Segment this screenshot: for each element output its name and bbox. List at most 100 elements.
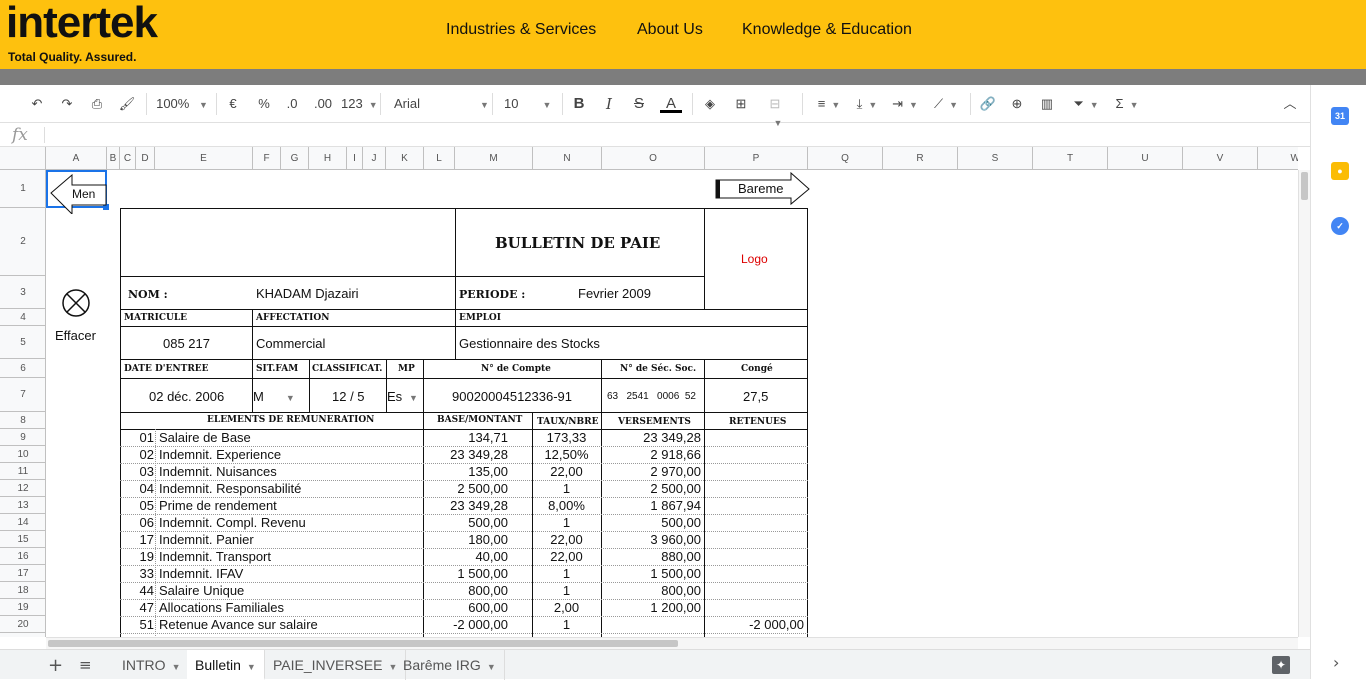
col-header[interactable]: K bbox=[386, 147, 424, 169]
paint-format-icon[interactable]: 🖌 bbox=[118, 95, 136, 113]
collapse-toolbar-icon[interactable]: ︿ bbox=[1282, 95, 1298, 113]
col-header[interactable]: W bbox=[1258, 147, 1298, 169]
merge-cells-icon[interactable]: ⊟ ▼ bbox=[762, 95, 788, 128]
col-header[interactable]: C bbox=[120, 147, 136, 169]
intertek-logo[interactable]: intertek bbox=[6, 0, 158, 48]
vscroll-thumb[interactable] bbox=[1301, 172, 1308, 200]
line-versement: 2 500,00 bbox=[650, 481, 701, 496]
font-select[interactable]: Arial bbox=[394, 95, 484, 113]
currency-button[interactable]: € bbox=[226, 95, 240, 113]
col-header[interactable]: E bbox=[155, 147, 253, 169]
horizontal-scrollbar[interactable] bbox=[46, 637, 1298, 649]
col-header[interactable]: H bbox=[309, 147, 347, 169]
col-header[interactable]: J bbox=[363, 147, 386, 169]
col-header[interactable]: O bbox=[602, 147, 705, 169]
row-header[interactable]: 16 bbox=[0, 548, 45, 565]
more-formats-button[interactable]: 123 ▼ bbox=[341, 95, 378, 113]
col-header[interactable]: L bbox=[424, 147, 455, 169]
borders-icon[interactable]: ⊞ bbox=[732, 95, 750, 113]
font-size-select[interactable]: 10 ▼ bbox=[504, 95, 554, 113]
formula-input[interactable] bbox=[52, 125, 1292, 145]
row-header[interactable]: 10 bbox=[0, 446, 45, 463]
add-sheet-icon[interactable]: + bbox=[48, 655, 63, 676]
percent-button[interactable]: % bbox=[256, 95, 272, 113]
col-header[interactable]: S bbox=[958, 147, 1033, 169]
col-header[interactable]: P bbox=[705, 147, 808, 169]
row-header[interactable]: 11 bbox=[0, 463, 45, 480]
comment-icon[interactable]: ⊕ bbox=[1008, 95, 1026, 113]
row-header[interactable]: 1 bbox=[0, 170, 45, 208]
col-header[interactable]: M bbox=[455, 147, 533, 169]
clear-icon[interactable] bbox=[61, 288, 91, 318]
align-icon[interactable]: ≡ ▼ bbox=[814, 95, 844, 113]
col-header[interactable]: U bbox=[1108, 147, 1183, 169]
functions-button[interactable]: Σ ▼ bbox=[1112, 95, 1142, 113]
row-header[interactable]: 15 bbox=[0, 531, 45, 548]
zoom-select[interactable]: 100% ▼ bbox=[156, 95, 208, 113]
sitfam-dropdown[interactable]: M ▼ bbox=[253, 389, 308, 404]
hscroll-thumb[interactable] bbox=[48, 640, 678, 647]
bold-button[interactable]: B bbox=[572, 95, 586, 113]
mp-dropdown[interactable]: Esp▼ bbox=[387, 389, 422, 404]
line-base: 2 500,00 bbox=[457, 481, 508, 496]
italic-button[interactable]: I bbox=[602, 95, 616, 113]
row-header[interactable]: 8 bbox=[0, 412, 45, 429]
col-header[interactable]: Q bbox=[808, 147, 883, 169]
calendar-icon[interactable]: 31 bbox=[1331, 107, 1349, 125]
filter-icon[interactable]: ⏷ ▼ bbox=[1068, 95, 1104, 113]
row-header[interactable]: 19 bbox=[0, 599, 45, 616]
row-header[interactable]: 17 bbox=[0, 565, 45, 582]
sheet-grid[interactable]: Men Bareme Effacer BULLETIN DE PAIE Logo… bbox=[46, 170, 1298, 637]
strikethrough-button[interactable]: S bbox=[632, 95, 646, 113]
row-header[interactable]: 2 bbox=[0, 208, 45, 276]
col-header[interactable]: A bbox=[46, 147, 107, 169]
row-header[interactable]: 7 bbox=[0, 378, 45, 412]
all-sheets-icon[interactable]: ≡ bbox=[79, 656, 92, 674]
row-header[interactable]: 18 bbox=[0, 582, 45, 599]
keep-icon[interactable]: ● bbox=[1331, 162, 1349, 180]
row-header[interactable]: 5 bbox=[0, 326, 45, 359]
chart-icon[interactable]: ▥ bbox=[1038, 95, 1056, 113]
tab-bareme-irg[interactable]: Barême IRG ▼ bbox=[395, 650, 505, 680]
row-header[interactable]: 3 bbox=[0, 276, 45, 309]
explore-icon[interactable]: ✦ bbox=[1272, 656, 1290, 674]
col-header[interactable]: G bbox=[281, 147, 309, 169]
col-header[interactable]: V bbox=[1183, 147, 1258, 169]
col-header[interactable]: I bbox=[347, 147, 363, 169]
row-header[interactable]: 6 bbox=[0, 359, 45, 378]
fill-color-icon[interactable]: ◈ bbox=[702, 95, 718, 113]
row-header[interactable]: 9 bbox=[0, 429, 45, 446]
decrease-decimal-button[interactable]: .0 bbox=[283, 95, 301, 113]
link-icon[interactable]: 🔗 bbox=[978, 95, 998, 113]
tab-paie-inversee[interactable]: PAIE_INVERSEE ▼ bbox=[265, 650, 407, 680]
text-color-button[interactable]: A bbox=[660, 95, 682, 113]
vertical-scrollbar[interactable] bbox=[1298, 170, 1310, 637]
tab-intro[interactable]: INTRO ▼ bbox=[114, 650, 190, 680]
row-header[interactable]: 14 bbox=[0, 514, 45, 531]
nav-knowledge[interactable]: Knowledge & Education bbox=[742, 21, 912, 39]
redo-icon[interactable]: ↷ bbox=[58, 95, 76, 113]
tab-bulletin[interactable]: Bulletin ▼ bbox=[187, 650, 265, 680]
col-header[interactable]: R bbox=[883, 147, 958, 169]
line-base: 500,00 bbox=[468, 515, 508, 530]
row-header[interactable]: 13 bbox=[0, 497, 45, 514]
nav-about[interactable]: About Us bbox=[637, 21, 703, 39]
col-header[interactable]: F bbox=[253, 147, 281, 169]
undo-icon[interactable]: ↶ bbox=[28, 95, 46, 113]
wrap-icon[interactable]: ⇥ ▼ bbox=[890, 95, 920, 113]
font-caret-icon[interactable]: ▼ bbox=[474, 95, 489, 113]
expand-panel-icon[interactable]: › bbox=[1333, 653, 1339, 672]
col-header[interactable]: D bbox=[136, 147, 155, 169]
nav-industries[interactable]: Industries & Services bbox=[446, 21, 596, 39]
col-header[interactable]: N bbox=[533, 147, 602, 169]
col-header[interactable]: B bbox=[107, 147, 120, 169]
row-header[interactable]: 12 bbox=[0, 480, 45, 497]
print-icon[interactable]: ⎙ bbox=[88, 95, 106, 113]
rotate-icon[interactable]: ⟋ ▼ bbox=[930, 95, 962, 113]
row-header[interactable]: 4 bbox=[0, 309, 45, 326]
valign-icon[interactable]: ⤓ ▼ bbox=[852, 95, 882, 113]
row-header[interactable]: 20 bbox=[0, 616, 45, 633]
increase-decimal-button[interactable]: .00 bbox=[312, 95, 334, 113]
tasks-icon[interactable]: ✓ bbox=[1331, 217, 1349, 235]
col-header[interactable]: T bbox=[1033, 147, 1108, 169]
